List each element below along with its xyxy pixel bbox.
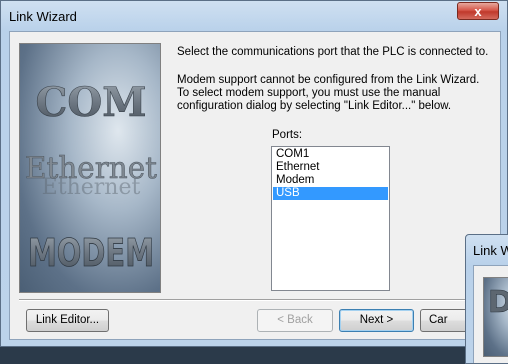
title-bar[interactable]: Link Wizard x xyxy=(1,1,507,31)
close-icon: x xyxy=(474,4,482,19)
wizard-client-area: COM Ethernet Ethernet MODEM Select the c… xyxy=(9,31,501,340)
button-separator xyxy=(19,299,499,301)
side-image-word-ethernet-reflection: Ethernet xyxy=(42,175,141,200)
link-wizard-window: Link Wizard x COM Ethernet Ethernet MODE… xyxy=(0,0,508,347)
instruction-modem-line3: configuration dialog by selecting "Link … xyxy=(177,100,452,112)
ports-label: Ports: xyxy=(272,129,303,141)
next-button[interactable]: Next > xyxy=(339,309,414,332)
instruction-modem-line1: Modem support cannot be configured from … xyxy=(177,74,480,86)
port-item-modem[interactable]: Modem xyxy=(273,174,388,187)
side-image-word-com: COM xyxy=(36,79,147,126)
background-side-image-letter: D xyxy=(488,285,508,320)
cancel-button[interactable]: Car xyxy=(420,309,470,332)
port-item-usb[interactable]: USB xyxy=(273,187,388,200)
background-link-wizard-window[interactable]: Link W D xyxy=(465,234,508,364)
window-title: Link Wizard xyxy=(9,9,77,24)
back-button[interactable]: < Back xyxy=(257,309,333,332)
side-image-word-modem: MODEM xyxy=(28,231,154,275)
port-item-ethernet[interactable]: Ethernet xyxy=(273,161,388,174)
background-window-title: Link W xyxy=(473,243,508,258)
wizard-side-image: COM Ethernet Ethernet MODEM xyxy=(19,43,161,293)
ports-listbox[interactable]: COM1 Ethernet Modem USB xyxy=(271,146,390,291)
port-item-com1[interactable]: COM1 xyxy=(273,148,388,161)
close-button[interactable]: x xyxy=(457,2,499,20)
background-side-image-graphic: D xyxy=(488,285,508,321)
background-window-side-image: D xyxy=(483,277,508,357)
instruction-modem-line2: To select modem support, you must use th… xyxy=(177,87,441,99)
instruction-select-port: Select the communications port that the … xyxy=(177,46,489,58)
background-window-client: D xyxy=(473,265,508,363)
link-editor-button[interactable]: Link Editor... xyxy=(26,309,109,332)
side-image-graphic: COM Ethernet Ethernet MODEM xyxy=(25,79,158,276)
